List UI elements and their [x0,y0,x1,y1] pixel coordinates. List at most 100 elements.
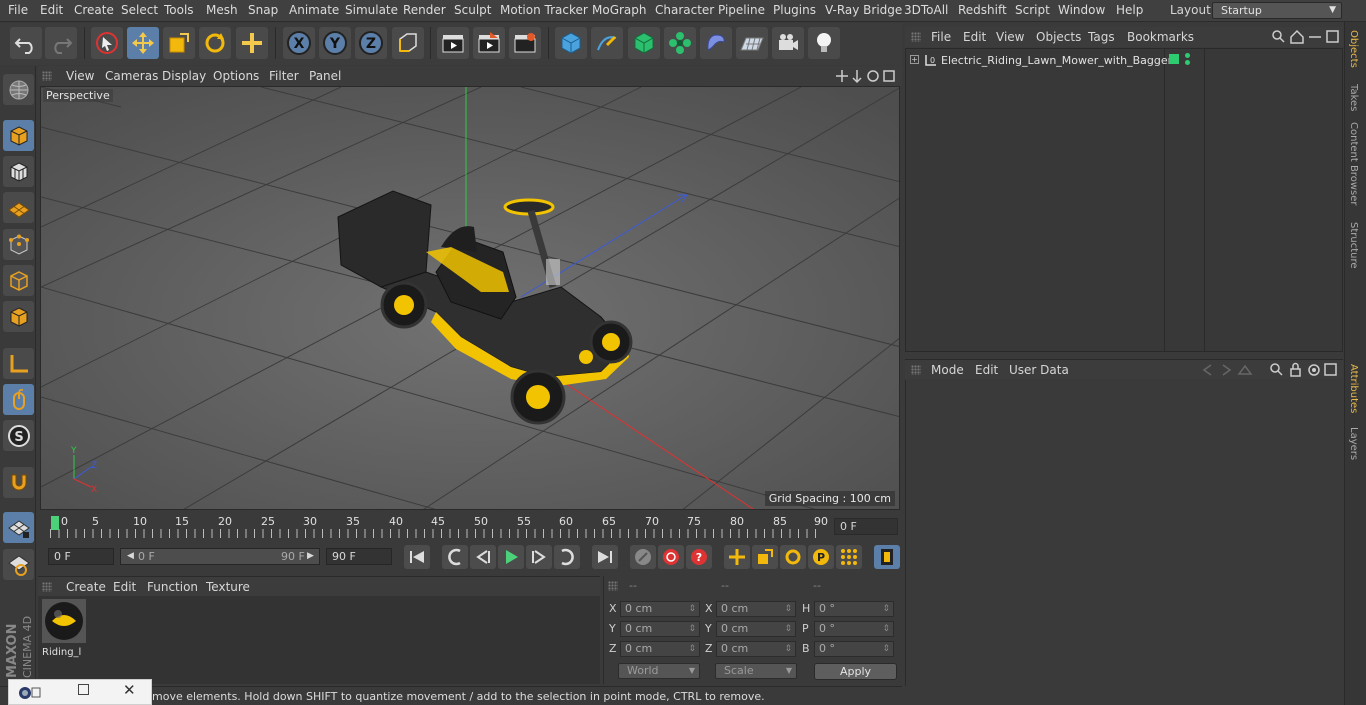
menu-animate[interactable]: Animate [289,3,339,17]
material-menu-edit[interactable]: Edit [113,580,136,594]
editor-visibility-dot[interactable] [1185,53,1190,58]
c4d-window-icon[interactable] [17,685,43,701]
camera-button[interactable] [772,27,804,59]
move-tool-button[interactable] [127,27,159,59]
layer-color-swatch[interactable] [1169,54,1179,64]
timeline-ruler[interactable]: 0 5 10 15 20 25 30 35 40 45 50 55 60 65 … [38,512,902,540]
scale-tool-button[interactable] [163,27,195,59]
cloner-button[interactable] [664,27,696,59]
attributes-tools[interactable] [1201,362,1341,378]
live-selection-button[interactable] [91,27,123,59]
menu-create[interactable]: Create [74,3,114,17]
tab-attributes[interactable]: Attributes [1348,364,1359,413]
autokeying-button[interactable] [658,545,684,569]
menu-character[interactable]: Character [655,3,714,17]
coordinate-space-dropdown[interactable]: World ▼ [618,663,700,679]
material-menu-texture[interactable]: Texture [206,580,250,594]
workplane-mode-button[interactable] [3,192,34,223]
z-axis-button[interactable]: Z [355,27,387,59]
previous-keyframe-button[interactable] [442,545,468,569]
record-keys-disabled-button[interactable] [630,545,656,569]
menu-redshift[interactable]: Redshift [958,3,1007,17]
menu-edit[interactable]: Edit [40,3,63,17]
planar-workplane-button[interactable] [3,549,34,580]
tweak-mode-button[interactable] [3,384,34,415]
drag-handle[interactable] [42,582,52,592]
render-visibility-dot[interactable] [1185,60,1190,65]
object-menu-file[interactable]: File [931,30,951,44]
viewport-camera-label[interactable]: Perspective [43,89,113,102]
menu-snap[interactable]: Snap [248,3,278,17]
edge-mode-button[interactable] [3,265,34,296]
axis-mode-button[interactable] [3,348,34,379]
size-z-field[interactable]: 0 cm [716,641,796,657]
tab-objects[interactable]: Objects [1348,30,1359,68]
end-frame-field[interactable]: 90 F [326,548,392,565]
rotation-p-field[interactable]: 0 ° [814,621,894,637]
floor-button[interactable] [736,27,768,59]
menu-select[interactable]: Select [121,3,158,17]
object-manager-tools[interactable] [1271,29,1341,45]
close-icon[interactable]: ✕ [123,681,136,699]
drag-handle[interactable] [911,365,921,375]
next-frame-button[interactable] [526,545,552,569]
snap-button[interactable]: S [3,420,34,451]
start-frame-field[interactable]: 0 F [48,548,114,565]
light-button[interactable] [808,27,840,59]
layout-select[interactable]: Startup ▼ [1212,2,1342,19]
expand-icon[interactable]: + [910,55,919,64]
x-axis-button[interactable]: X [283,27,315,59]
object-name[interactable]: Electric_Riding_Lawn_Mower_with_Bagger [941,54,1172,67]
tab-layers[interactable]: Layers [1348,427,1359,460]
viewport-menu-display[interactable]: Display [162,69,206,83]
object-row[interactable]: + 0 Electric_Riding_Lawn_Mower_with_Bagg… [906,53,1342,69]
recent-tool-button[interactable] [236,27,268,59]
render-settings-button[interactable] [509,27,541,59]
menu-3dtoall[interactable]: 3DToAll [904,3,948,17]
attributes-menu-mode[interactable]: Mode [931,363,964,377]
menu-script[interactable]: Script [1015,3,1050,17]
viewport-menu-filter[interactable]: Filter [269,69,299,83]
menu-motion-tracker[interactable]: Motion Tracker [500,3,588,17]
menu-sculpt[interactable]: Sculpt [454,3,491,17]
attributes-menu-user-data[interactable]: User Data [1009,363,1069,377]
menu-mesh[interactable]: Mesh [206,3,238,17]
attributes-menu-edit[interactable]: Edit [975,363,998,377]
locked-workplane-button[interactable] [3,512,34,543]
current-frame-field[interactable]: 0 F [834,518,898,535]
rotation-b-field[interactable]: 0 ° [814,641,894,657]
subdivision-button[interactable] [628,27,660,59]
coordinate-system-button[interactable] [392,27,424,59]
make-editable-button[interactable] [3,74,34,105]
object-menu-view[interactable]: View [996,30,1024,44]
point-mode-button[interactable] [3,229,34,260]
y-axis-button[interactable]: Y [319,27,351,59]
undo-button[interactable] [10,27,42,59]
menu-pipeline[interactable]: Pipeline [718,3,765,17]
menu-help[interactable]: Help [1116,3,1143,17]
position-x-field[interactable]: 0 cm [620,601,700,617]
texture-mode-button[interactable] [3,156,34,187]
deformer-button[interactable] [700,27,732,59]
redo-button[interactable] [45,27,77,59]
size-y-field[interactable]: 0 cm [716,621,796,637]
menu-tools[interactable]: Tools [164,3,194,17]
frame-range-slider[interactable]: ◀ 0 F 90 F ▶ [120,548,320,565]
material-swatch[interactable]: Riding_l [42,599,86,658]
previous-frame-button[interactable] [470,545,496,569]
position-y-field[interactable]: 0 cm [620,621,700,637]
render-to-picture-viewer-button[interactable] [473,27,505,59]
material-menu-function[interactable]: Function [147,580,198,594]
viewport-menu-view[interactable]: View [66,69,94,83]
size-x-field[interactable]: 0 cm [716,601,796,617]
apply-button[interactable]: Apply [814,663,897,680]
play-button[interactable] [498,545,524,569]
position-key-button[interactable] [724,545,750,569]
viewport-menu-cameras[interactable]: Cameras [105,69,158,83]
position-z-field[interactable]: 0 cm [620,641,700,657]
menu-render[interactable]: Render [403,3,446,17]
tab-takes[interactable]: Takes [1348,84,1359,111]
point-level-key-button[interactable] [836,545,862,569]
menu-plugins[interactable]: Plugins [773,3,816,17]
playhead-marker[interactable] [51,516,59,530]
